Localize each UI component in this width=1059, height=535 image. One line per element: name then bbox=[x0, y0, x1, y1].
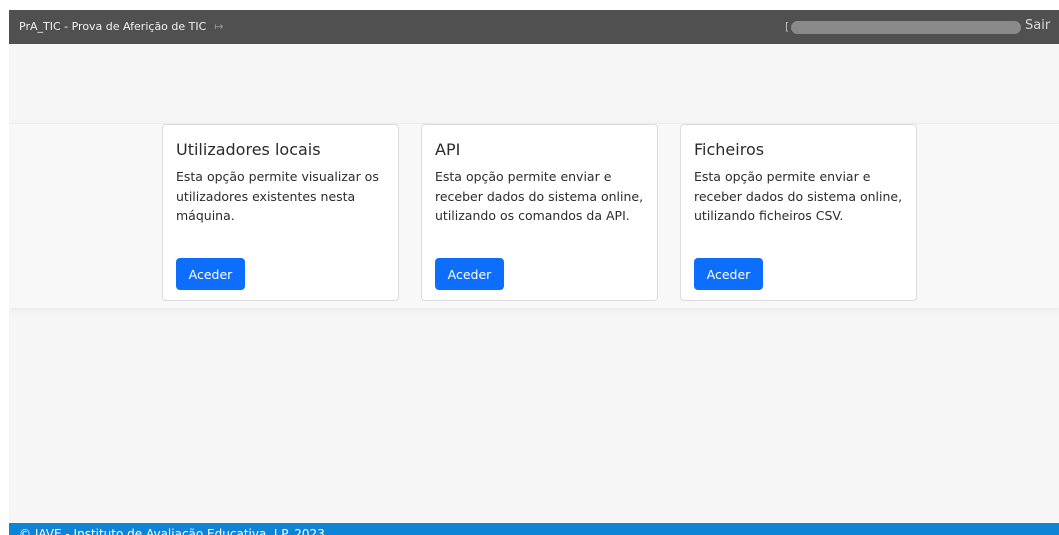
access-api-button[interactable]: Aceder bbox=[435, 258, 504, 290]
card-description: Esta opção permite visualizar os utiliza… bbox=[176, 169, 379, 223]
footer-copyright: © IAVE - Instituto de Avaliação Educativ… bbox=[19, 527, 325, 535]
app-window: PrA_TIC - Prova de Aferição de TIC ↦ [ Sa… bbox=[9, 10, 1059, 535]
card-title: Utilizadores locais bbox=[176, 140, 321, 159]
card-title: Ficheiros bbox=[694, 140, 765, 159]
user-name-redacted bbox=[791, 21, 1021, 34]
card-api: API Esta opção permite enviar e receber … bbox=[421, 124, 658, 301]
card-title: API bbox=[435, 140, 461, 159]
access-files-button[interactable]: Aceder bbox=[694, 258, 763, 290]
user-info: [ bbox=[785, 19, 1021, 36]
logout-link[interactable]: Sair bbox=[1025, 18, 1050, 33]
top-navbar: PrA_TIC - Prova de Aferição de TIC ↦ [ Sa… bbox=[9, 10, 1059, 44]
sign-out-icon: ↦ bbox=[214, 20, 224, 33]
user-icon: [ bbox=[785, 20, 790, 33]
card-description: Esta opção permite enviar e receber dado… bbox=[694, 169, 903, 223]
card-files: Ficheiros Esta opção permite enviar e re… bbox=[680, 124, 917, 301]
app-brand[interactable]: PrA_TIC - Prova de Aferição de TIC ↦ bbox=[19, 20, 224, 33]
access-local-users-button[interactable]: Aceder bbox=[176, 258, 245, 290]
card-local-users: Utilizadores locais Esta opção permite v… bbox=[162, 124, 399, 301]
app-title: PrA_TIC - Prova de Aferição de TIC bbox=[19, 20, 207, 33]
card-description: Esta opção permite enviar e receber dado… bbox=[435, 169, 644, 223]
footer: © IAVE - Instituto de Avaliação Educativ… bbox=[9, 523, 1059, 535]
